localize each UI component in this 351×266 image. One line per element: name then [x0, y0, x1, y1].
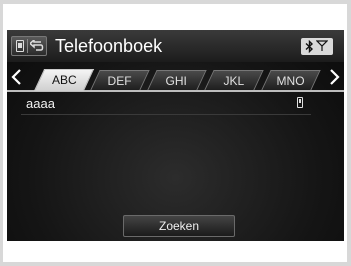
bluetooth-icon [305, 40, 314, 53]
tab-def[interactable]: DEF [90, 70, 150, 90]
tab-label: JKL [223, 74, 244, 88]
tab-abc[interactable]: ABC [33, 69, 95, 91]
phonebook-screen: Telefoonboek ABC DEF GHI JKL MNO aaaa Zo… [7, 30, 344, 241]
phone-icon [16, 40, 24, 52]
signal-icon [316, 40, 328, 51]
return-icon [30, 40, 44, 51]
tab-label: ABC [51, 73, 77, 87]
status-badge [301, 38, 333, 55]
mobile-phone-icon [297, 97, 303, 108]
back-button[interactable] [11, 36, 47, 56]
tab-jkl[interactable]: JKL [204, 70, 264, 90]
contact-list-item[interactable]: aaaa [21, 94, 311, 115]
tab-label: DEF [107, 74, 132, 88]
search-button[interactable]: Zoeken [123, 215, 235, 237]
tab-mno[interactable]: MNO [261, 70, 321, 90]
tab-bar: ABC DEF GHI JKL MNO [7, 64, 344, 91]
contact-name: aaaa [26, 96, 55, 111]
chevron-left-icon[interactable] [10, 68, 24, 86]
tab-ghi[interactable]: GHI [147, 70, 207, 90]
chevron-right-icon[interactable] [327, 68, 341, 86]
title-bar: Telefoonboek [7, 30, 344, 62]
tab-label: GHI [165, 74, 188, 88]
tab-label: MNO [276, 74, 305, 88]
separator [27, 39, 28, 53]
page-title: Telefoonboek [55, 36, 163, 56]
